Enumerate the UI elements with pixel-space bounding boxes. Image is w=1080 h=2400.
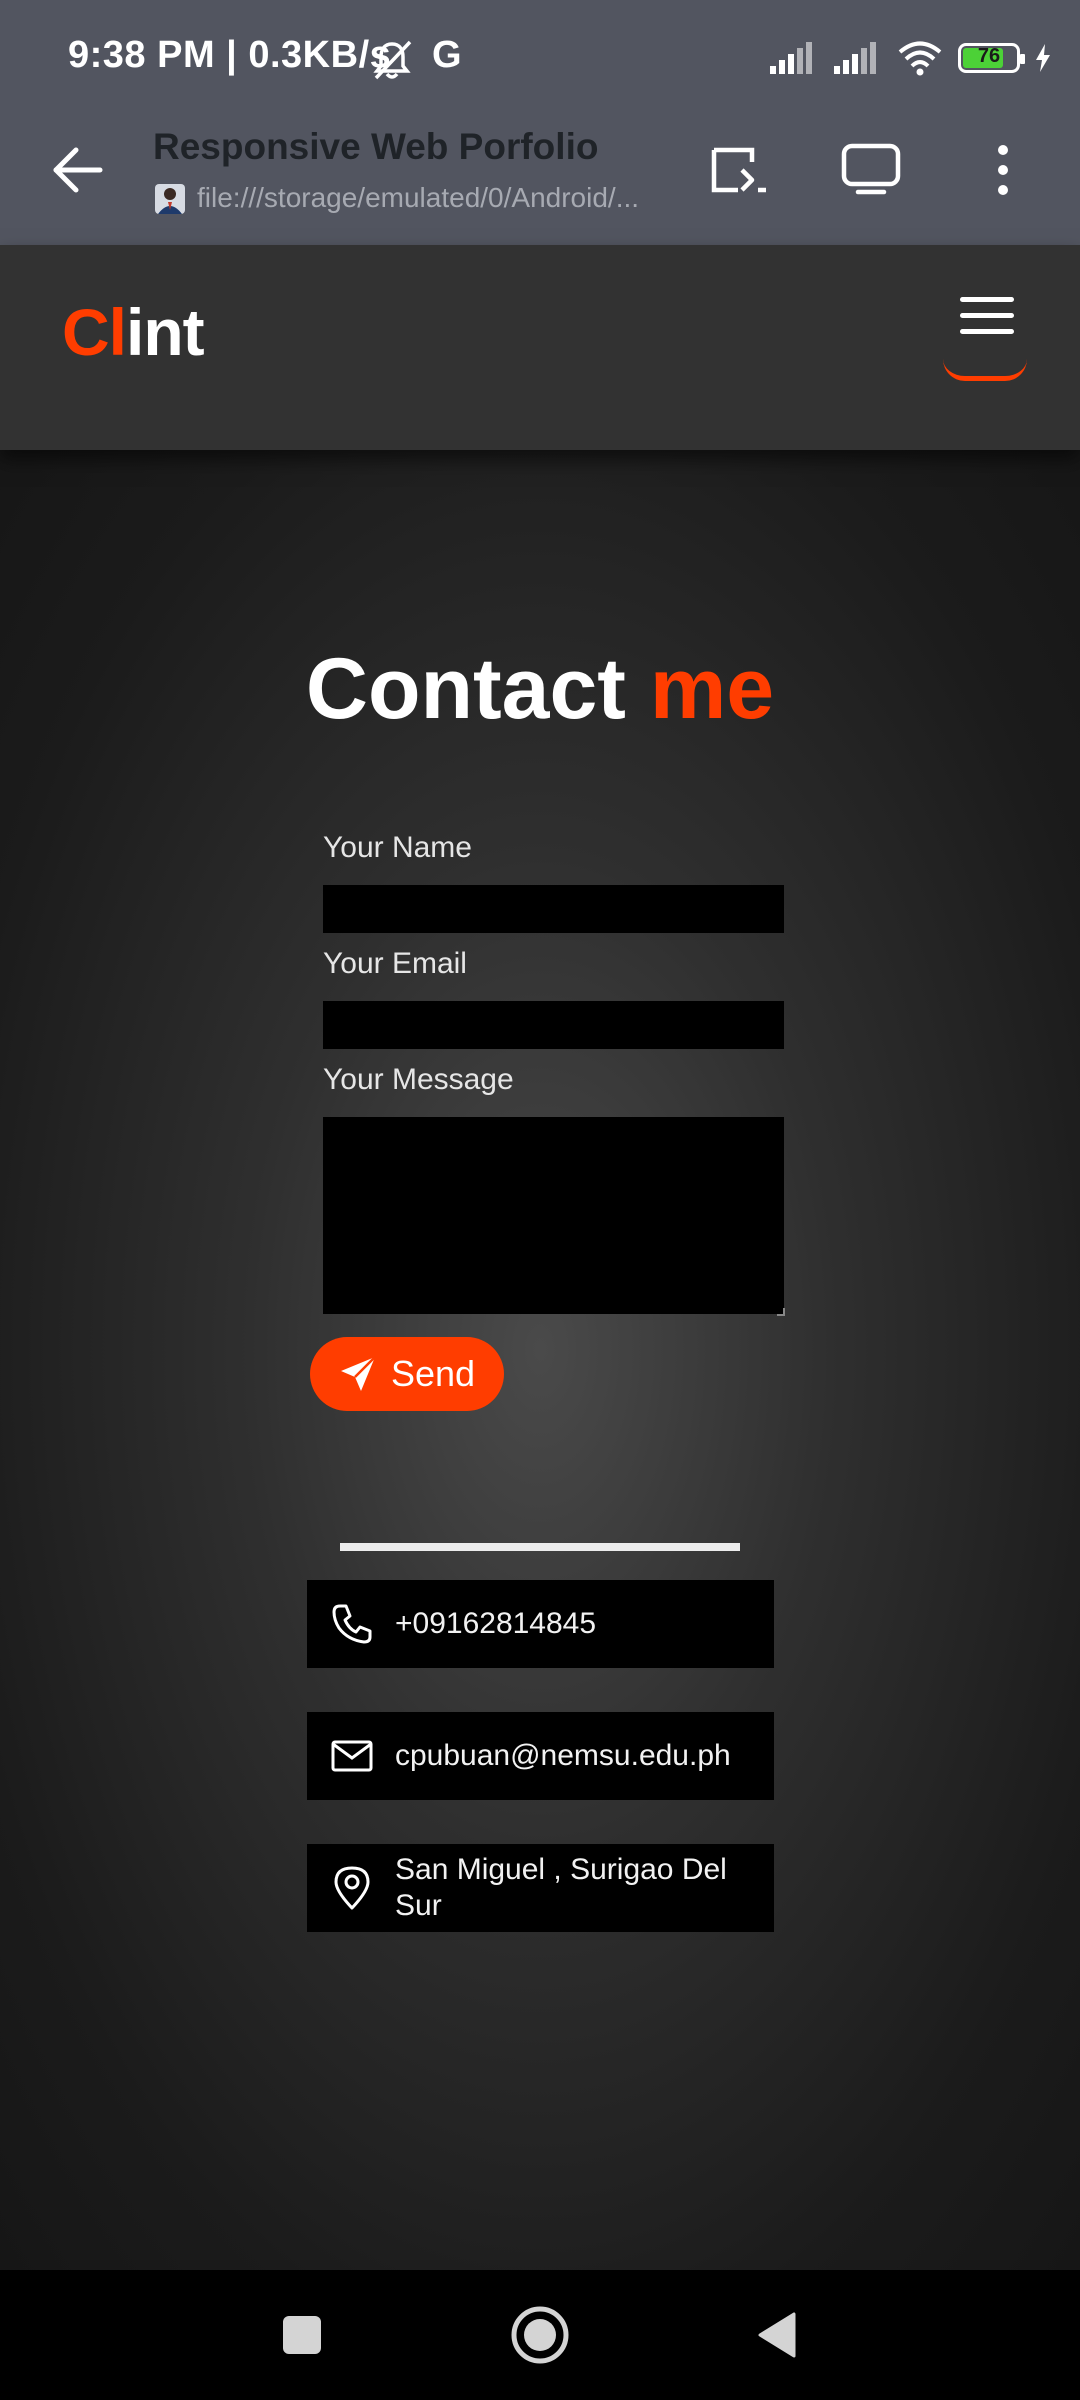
email-input[interactable] <box>323 1001 784 1049</box>
email-label: Your Email <box>323 947 467 980</box>
send-label: Send <box>390 1353 476 1394</box>
location-pin-icon <box>329 1865 375 1911</box>
tablet-mode-button[interactable] <box>836 138 906 202</box>
logo-rest: int <box>126 295 205 369</box>
send-plane-icon <box>340 1356 376 1391</box>
browser-page-title[interactable]: Responsive Web Porfolio <box>153 126 598 168</box>
avatar-icon <box>158 188 182 214</box>
browser-url[interactable]: file:///storage/emulated/0/Android/... <box>197 182 667 214</box>
heading-main: Contact <box>305 641 650 737</box>
menu-line <box>960 329 1014 334</box>
back-nav-button[interactable] <box>737 2295 817 2375</box>
phone-info[interactable]: +09162814845 <box>307 1580 774 1668</box>
home-button[interactable] <box>500 2295 580 2375</box>
phone-number: +09162814845 <box>395 1607 597 1640</box>
recents-icon <box>283 2316 321 2354</box>
contact-heading: Contact me <box>0 640 1080 739</box>
tablet-icon <box>841 143 901 195</box>
status-time-text: 9:38 PM | 0.3KB/s <box>68 34 392 76</box>
mail-icon <box>329 1733 375 1779</box>
hamburger-menu-button[interactable] <box>940 293 1030 383</box>
browser-chrome: 9:38 PM | 0.3KB/s G 76 Responsive Web Po… <box>0 0 1080 245</box>
back-triangle-icon <box>758 2312 796 2358</box>
signal-icon <box>834 42 876 74</box>
status-time: 9:38 PM | 0.3KB/s <box>68 34 391 77</box>
email-address: cpubuan@nemsu.edu.ph <box>395 1739 731 1772</box>
name-input[interactable] <box>323 885 784 933</box>
menu-line <box>960 313 1014 318</box>
section-divider <box>340 1543 740 1551</box>
textarea-resize-handle[interactable] <box>777 1308 785 1316</box>
signal-icon <box>770 42 812 74</box>
name-label: Your Name <box>323 831 472 864</box>
address-text: San Miguel , Surigao Del Sur <box>395 1853 727 1922</box>
mute-bell-icon <box>373 40 412 80</box>
menu-line <box>960 297 1014 302</box>
status-right-group: 76 <box>768 36 1052 80</box>
email-info[interactable]: cpubuan@nemsu.edu.ph <box>307 1712 774 1800</box>
send-button[interactable]: Send <box>310 1337 504 1411</box>
g-icon: G <box>432 34 462 77</box>
back-button[interactable] <box>48 140 108 200</box>
message-label: Your Message <box>323 1063 514 1096</box>
home-icon <box>511 2306 569 2364</box>
favicon <box>155 184 185 214</box>
back-arrow-icon <box>53 147 103 193</box>
menu-active-underline <box>943 359 1027 381</box>
recents-button[interactable] <box>262 2295 342 2375</box>
more-options-button[interactable] <box>968 138 1038 202</box>
wifi-icon <box>898 41 942 76</box>
more-vert-icon <box>998 145 1008 195</box>
charging-icon <box>1036 44 1050 72</box>
phone-icon <box>329 1601 375 1647</box>
message-textarea[interactable] <box>323 1117 784 1314</box>
cast-button[interactable] <box>705 138 775 202</box>
heading-accent: me <box>649 641 775 737</box>
cast-icon <box>711 147 766 193</box>
contact-section: Contact me Your Name Your Email Your Mes… <box>0 450 1080 2270</box>
site-header: Clint <box>0 245 1080 450</box>
battery-level: 76 <box>977 45 1001 67</box>
address-info[interactable]: San Miguel , Surigao Del Sur <box>307 1844 774 1932</box>
system-nav-bar <box>0 2270 1080 2400</box>
battery-cap <box>1020 54 1025 64</box>
battery-icon: 76 <box>958 43 1025 73</box>
site-logo[interactable]: Clint <box>62 294 205 370</box>
logo-accent: Cl <box>62 295 127 369</box>
g-icon-label: G <box>432 34 462 76</box>
